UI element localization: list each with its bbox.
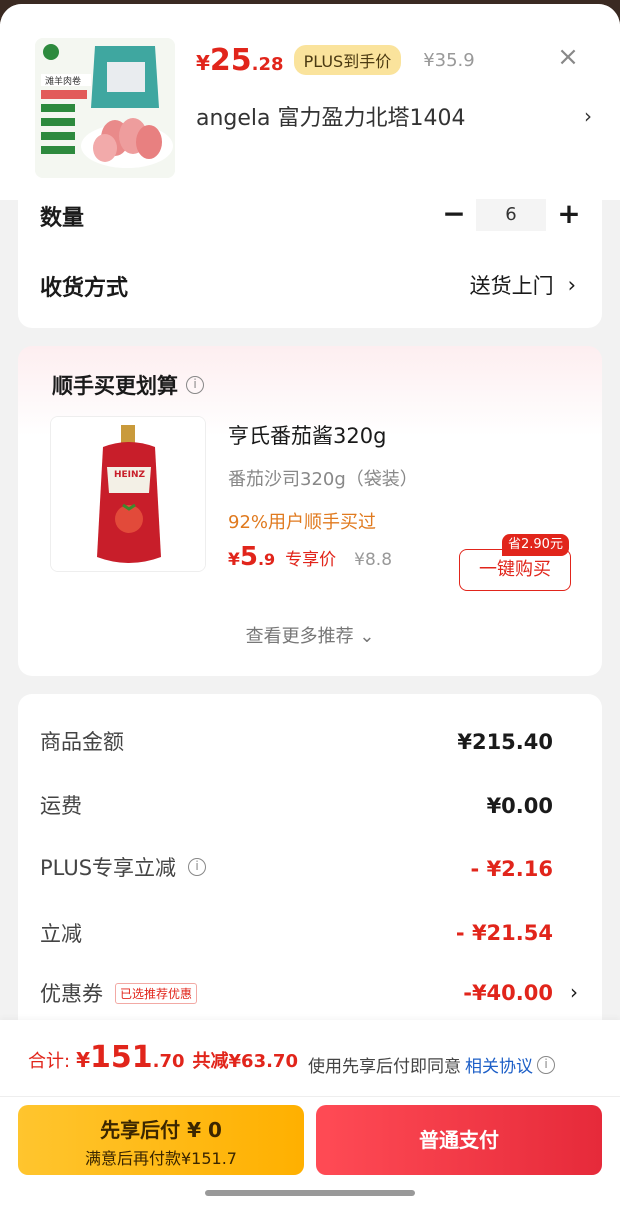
- brand-label: HEINZ: [114, 470, 146, 480]
- coupon-text: 优惠券: [40, 982, 103, 1006]
- summary-value-goods: ¥215.40: [457, 730, 553, 754]
- summary-label-plus-discount: PLUS专享立减 i: [40, 852, 207, 882]
- total-label: 合计:: [28, 1051, 71, 1072]
- recommend-title: 顺手买更划算 i: [52, 370, 204, 400]
- close-icon[interactable]: ×: [553, 42, 583, 72]
- thumb-title: 滩羊肉卷: [45, 75, 81, 87]
- summary-value-instant-discount: - ¥21.54: [455, 921, 553, 945]
- pay-later-label: 先享后付 ¥ 0: [100, 1118, 222, 1142]
- pay-later-sublabel: 满意后再付款¥151.7: [85, 1149, 237, 1168]
- address-text: angela 富力盈力北塔1404: [196, 106, 466, 131]
- delivery-method-selector[interactable]: 送货上门 ›: [470, 270, 576, 300]
- delivery-method-value: 送货上门: [469, 274, 554, 298]
- summary-label-coupon[interactable]: 优惠券 已选推荐优惠: [40, 978, 198, 1008]
- agreement-text: 使用先享后付即同意: [308, 1057, 461, 1077]
- recommend-product-image[interactable]: HEINZ: [50, 416, 206, 572]
- quantity-input[interactable]: 6: [476, 199, 546, 231]
- home-indicator[interactable]: [205, 1190, 415, 1196]
- chevron-right-icon[interactable]: ›: [570, 980, 578, 1004]
- plus-discount-text: PLUS专享立减: [40, 856, 177, 880]
- info-icon[interactable]: i: [186, 376, 204, 394]
- quantity-plus-button[interactable]: +: [554, 200, 584, 228]
- summary-label-shipping: 运费: [40, 794, 82, 818]
- summary-label-goods: 商品金额: [40, 730, 124, 754]
- info-icon[interactable]: i: [188, 858, 207, 876]
- summary-value-coupon[interactable]: -¥40.00: [463, 981, 553, 1005]
- chevron-right-icon: ›: [584, 104, 592, 128]
- address-selector[interactable]: angela 富力盈力北塔1404 ›: [196, 98, 592, 134]
- product-thumbnail: 滩羊肉卷: [35, 38, 175, 178]
- chevron-right-icon: ›: [567, 273, 576, 297]
- total-saved: 共减¥63.70: [192, 1051, 298, 1072]
- product-price: ¥25.28: [196, 42, 284, 78]
- info-icon[interactable]: i: [537, 1055, 555, 1074]
- plus-price-badge: PLUS到手价: [293, 45, 402, 75]
- price-row: ¥25.28 PLUS到手价 ¥35.9: [196, 40, 475, 80]
- quantity-minus-button[interactable]: −: [439, 200, 469, 228]
- divider: [0, 1096, 620, 1097]
- recommend-bought-note: 92%用户顺手买过: [228, 512, 377, 533]
- pay-later-button[interactable]: 先享后付 ¥ 0 满意后再付款¥151.7: [18, 1105, 304, 1175]
- normal-pay-button[interactable]: 普通支付: [316, 1105, 602, 1175]
- more-recommendations-link[interactable]: 查看更多推荐 ⌄: [0, 622, 620, 648]
- recommend-product-name[interactable]: 亨氏番茄酱320g: [228, 420, 386, 450]
- summary-value-plus-discount: - ¥2.16: [470, 857, 553, 881]
- recommend-title-text: 顺手买更划算: [52, 374, 178, 398]
- save-amount-badge: 省2.90元: [502, 534, 569, 556]
- recommend-product-spec: 番茄沙司320g（袋装）: [228, 469, 418, 490]
- coupon-selected-tag: 已选推荐优惠: [115, 982, 198, 1004]
- agreement-link[interactable]: 相关协议: [465, 1052, 533, 1077]
- quantity-label: 数量: [40, 206, 85, 231]
- original-price: ¥35.9: [423, 49, 475, 71]
- summary-label-instant-discount: 立减: [40, 922, 82, 946]
- recommend-original-price: ¥8.8: [354, 550, 393, 570]
- order-total: 合计: ¥151.70 共减¥63.70: [28, 1040, 298, 1075]
- recommend-product-price: ¥5.9 专享价 ¥8.8: [228, 542, 393, 572]
- agreement-notice: 使用先享后付即同意 相关协议 i: [308, 1052, 555, 1077]
- exclusive-price-tag: 专享价: [285, 550, 337, 570]
- summary-value-shipping: ¥0.00: [486, 794, 553, 818]
- delivery-label: 收货方式: [40, 276, 129, 301]
